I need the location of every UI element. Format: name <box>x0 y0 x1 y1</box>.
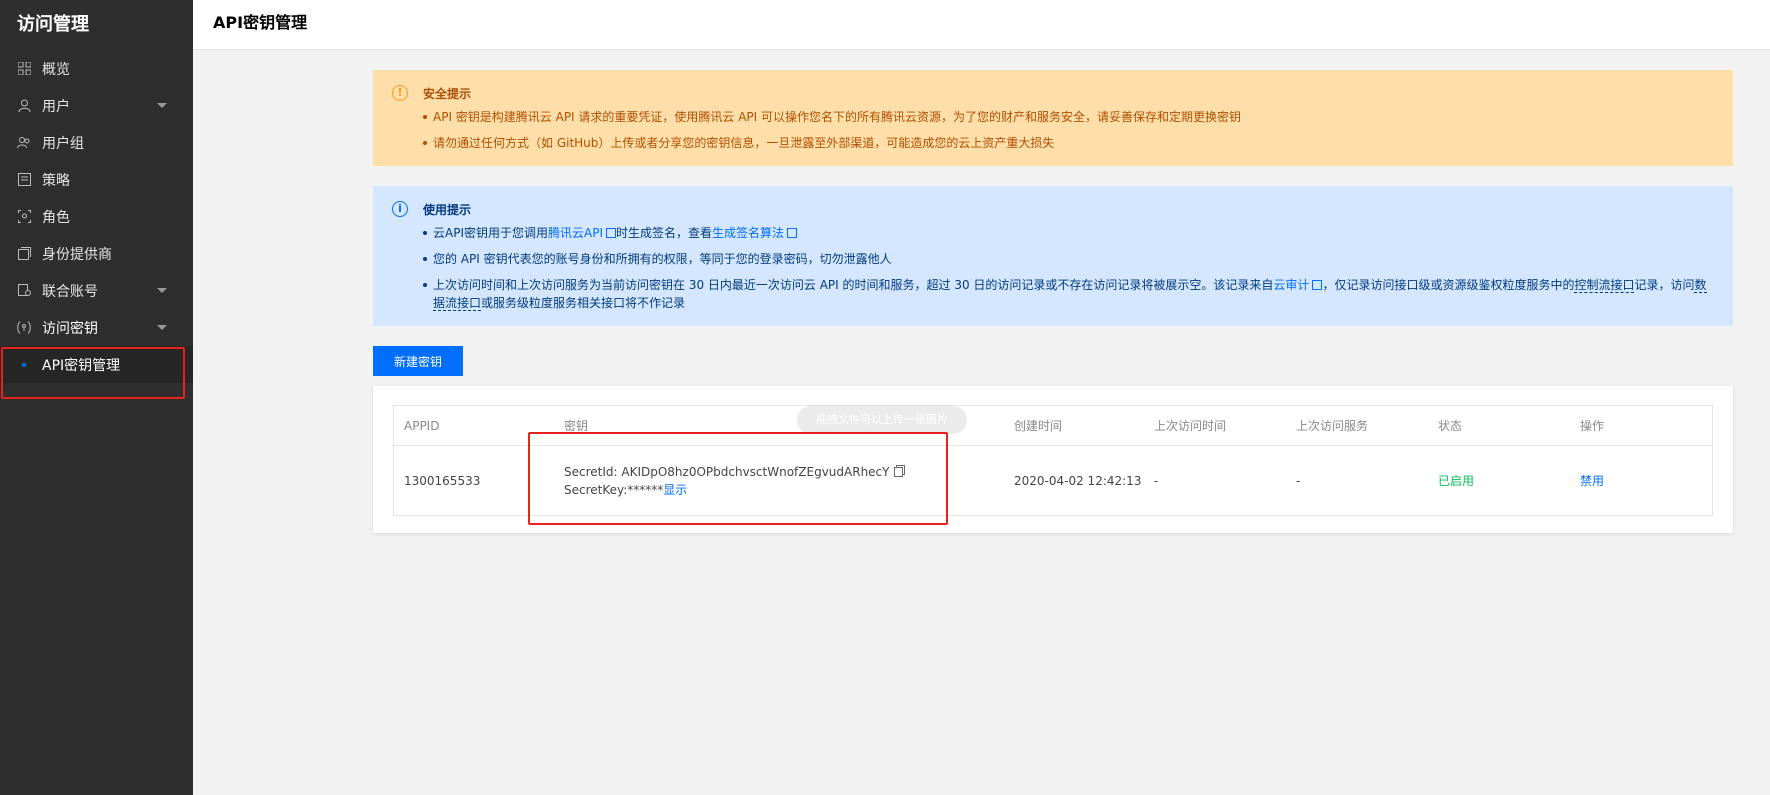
chevron-down-icon <box>157 325 167 330</box>
sidebar-title: 访问管理 <box>17 14 89 35</box>
sidebar-item-federated-accounts[interactable]: 联合账号 <box>0 272 193 309</box>
page-title: API密钥管理 <box>213 13 308 32</box>
identity-provider-icon <box>17 247 31 261</box>
column-header-status: 状态 <box>1438 419 1463 433</box>
security-warning: ! 安全提示 API 密钥是构建腾讯云 API 请求的重要凭证，使用腾讯云 AP… <box>373 70 1733 166</box>
column-header-created: 创建时间 <box>1014 419 1063 433</box>
sidebar-item-policies[interactable]: 策略 <box>0 161 193 198</box>
column-header-last-access-service: 上次访问服务 <box>1296 419 1369 433</box>
warning-icon: ! <box>392 85 408 101</box>
secret-key: SecretKey:****** <box>564 482 664 497</box>
last-access-service-cell: - <box>1296 473 1301 488</box>
info-text: 或服务级粒度服务相关接口将不作记录 <box>481 296 686 310</box>
show-secret-key-link[interactable]: 显示 <box>663 483 687 497</box>
cloud-audit-link[interactable]: 云审计 <box>1273 278 1309 292</box>
info-text: 上次访问时间和上次访问服务为当前访问密钥在 30 日内最近一次访问云 API 的… <box>433 278 1274 292</box>
secret-id: SecretId: AKIDpO8hz0OPbdchvsctWnofZEgvud… <box>564 464 890 479</box>
info-text: 时生成签名，查看 <box>616 226 713 240</box>
sidebar-item-users[interactable]: 用户 <box>0 87 193 124</box>
copy-icon[interactable] <box>894 466 904 477</box>
column-header-appid: APPID <box>404 418 440 433</box>
control-flow-api-term[interactable]: 控制流接口 <box>1574 278 1635 293</box>
sidebar-item-label: 角色 <box>42 209 70 226</box>
info-item: 上次访问时间和上次访问服务为当前访问密钥在 30 日内最近一次访问云 API 的… <box>423 276 1713 312</box>
create-key-button[interactable]: 新建密钥 <box>373 346 463 376</box>
info-text: ，仅记录访问接口级或资源级鉴权粒度服务中的 <box>1322 278 1575 292</box>
usage-tips: i 使用提示 云API密钥用于您调用腾讯云API 时生成签名，查看生成签名算法 您… <box>373 186 1733 326</box>
sidebar-item-label: 用户组 <box>42 135 84 152</box>
appid-cell: 1300165533 <box>404 473 481 488</box>
info-item: 云API密钥用于您调用腾讯云API 时生成签名，查看生成签名算法 <box>423 224 1713 242</box>
access-key-icon <box>17 321 31 335</box>
external-link-icon <box>1312 280 1323 290</box>
warning-title: 安全提示 <box>423 87 472 101</box>
chevron-down-icon <box>157 103 167 108</box>
tencent-cloud-api-link[interactable]: 腾讯云API <box>548 226 603 240</box>
status-badge: 已启用 <box>1438 474 1475 488</box>
policy-icon <box>17 173 31 187</box>
key-cell: SecretId: AKIDpO8hz0OPbdchvsctWnofZEgvud… <box>554 463 1004 499</box>
page-header: API密钥管理 <box>193 0 1770 50</box>
key-table-card: APPID 密钥 创建时间 上次访问时间 上次访问服务 状态 操作 130016… <box>373 386 1733 533</box>
info-item: 您的 API 密钥代表您的账号身份和所拥有的权限，等同于您的登录密码，切勿泄露他… <box>423 250 1713 268</box>
created-time-cell: 2020-04-02 12:42:13 <box>1014 473 1142 488</box>
sidebar-subitem-label: API密钥管理 <box>42 357 121 374</box>
sidebar-item-user-groups[interactable]: 用户组 <box>0 124 193 161</box>
role-icon <box>17 210 31 224</box>
sidebar-item-label: 概览 <box>42 61 70 78</box>
warning-item: 请勿通过任何方式（如 GitHub）上传或者分享您的密钥信息，一旦泄露至外部渠道… <box>423 134 1713 152</box>
key-table: APPID 密钥 创建时间 上次访问时间 上次访问服务 状态 操作 130016… <box>393 405 1713 516</box>
disable-key-link[interactable]: 禁用 <box>1580 474 1604 488</box>
sidebar-item-access-keys[interactable]: 访问密钥 <box>0 309 193 346</box>
sidebar-subitem-api-key-management[interactable]: API密钥管理 <box>0 346 193 383</box>
info-text: 记录，访问 <box>1634 278 1695 292</box>
sidebar-item-label: 联合账号 <box>42 283 98 300</box>
chevron-down-icon <box>157 288 167 293</box>
sidebar-item-label: 用户 <box>42 98 70 115</box>
sidebar-item-identity-providers[interactable]: 身份提供商 <box>0 235 193 272</box>
upload-tooltip: 拖拽文件可以上传一张图片 <box>797 406 967 434</box>
sidebar-item-label: 身份提供商 <box>42 246 112 263</box>
sidebar-item-roles[interactable]: 角色 <box>0 198 193 235</box>
info-title: 使用提示 <box>423 203 472 217</box>
table-header: APPID 密钥 创建时间 上次访问时间 上次访问服务 状态 操作 <box>394 406 1712 446</box>
active-dot-icon <box>22 362 26 367</box>
sidebar-item-overview[interactable]: 概览 <box>0 50 193 87</box>
warning-item: API 密钥是构建腾讯云 API 请求的重要凭证，使用腾讯云 API 可以操作您… <box>423 108 1713 126</box>
external-link-icon <box>787 228 798 238</box>
sidebar-item-label: 策略 <box>42 172 70 189</box>
column-header-actions: 操作 <box>1580 419 1605 433</box>
external-link-icon <box>606 228 616 238</box>
user-icon <box>17 99 31 113</box>
column-header-last-access-time: 上次访问时间 <box>1154 419 1227 433</box>
signature-algorithm-link[interactable]: 生成签名算法 <box>712 226 784 240</box>
grid-icon <box>17 62 31 76</box>
sidebar: 访问管理 概览 用户 用户组 策略 角色 身份提供商 联合账号 访问密钥 API… <box>0 0 193 795</box>
info-text: 云API密钥用于您调用 <box>433 226 548 240</box>
actions-cell: 禁用 <box>1570 472 1710 489</box>
user-group-icon <box>17 136 31 150</box>
info-icon: i <box>392 201 408 217</box>
sidebar-item-label: 访问密钥 <box>42 320 98 337</box>
federated-account-icon <box>17 284 31 298</box>
table-row: 1300165533 SecretId: AKIDpO8hz0OPbdchvsc… <box>394 446 1712 515</box>
last-access-time-cell: - <box>1154 473 1159 488</box>
